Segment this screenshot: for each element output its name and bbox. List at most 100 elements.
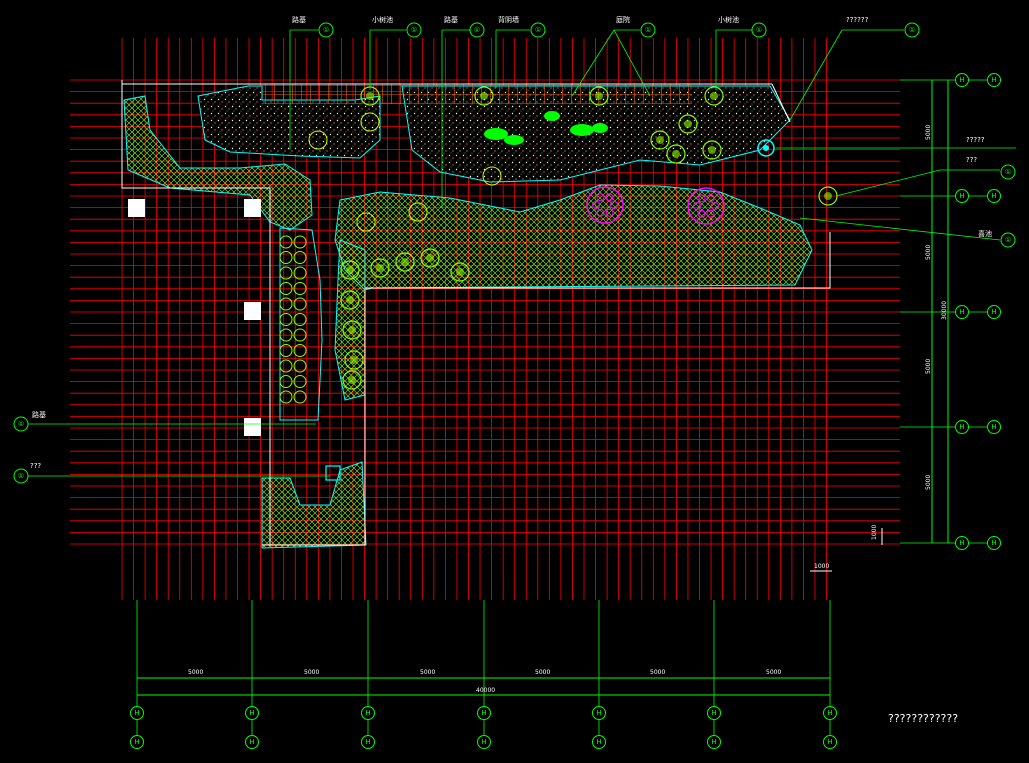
groundcover-circle	[279, 390, 293, 404]
stone-feature	[544, 111, 560, 121]
column-block	[128, 199, 145, 217]
shrub-core	[401, 258, 409, 266]
shrub-core	[684, 120, 692, 128]
groundcover-circle	[279, 251, 293, 264]
axis-bubble: H	[991, 539, 996, 547]
column-block	[244, 418, 261, 436]
column-block	[244, 302, 261, 320]
groundcover-circle	[293, 251, 307, 264]
callout-right-label: ???	[966, 156, 977, 164]
cad-drawing-canvas: 路基 小树池 路基 背阴墙 庭院 小树池 ?????? ① ① ① ① ① ① …	[13, 15, 1016, 749]
shrub-core	[456, 268, 464, 276]
groundcover-circle	[293, 390, 307, 404]
axis-bubble: H	[991, 423, 996, 431]
leader-line	[789, 29, 843, 121]
shrub-core	[708, 146, 716, 154]
shrub-core	[710, 92, 718, 100]
callout-top-tag: ①	[535, 26, 541, 34]
callouts-top: 路基 小树池 路基 背阴墙 庭院 小树池 ?????? ① ① ① ① ① ① …	[292, 15, 915, 34]
axis-bubble: H	[711, 709, 716, 717]
callout-right-tag: ①	[1005, 236, 1011, 244]
dim-right-seg: 5000	[925, 475, 932, 490]
axis-bubble: H	[481, 738, 486, 746]
shrub-core	[348, 376, 356, 384]
shrub-core	[346, 296, 354, 304]
stone-feature	[570, 124, 594, 136]
callout-top-tag: ①	[645, 26, 651, 34]
stone-feature	[504, 135, 524, 145]
axis-bubble: H	[596, 709, 601, 717]
axis-bubbles-bottom: H H H H H H H H H H H H H H	[134, 709, 832, 746]
callout-top-tag: ①	[756, 26, 762, 34]
groundcover-circle	[279, 297, 293, 311]
shrub-core	[824, 192, 832, 200]
axis-bubble: H	[959, 308, 964, 316]
axis-bubble: H	[134, 709, 139, 717]
callout-top-tag: ①	[474, 26, 480, 34]
dim-bottom-seg: 5000	[304, 669, 319, 676]
axis-bubble: H	[711, 738, 716, 746]
groundcover-circle	[279, 344, 293, 357]
callout-top-tag: ①	[909, 26, 915, 34]
dim-bottom-seg: 5000	[188, 669, 203, 676]
shrub-core	[656, 136, 664, 144]
callout-right-tag: ①	[1005, 168, 1011, 176]
axis-bubble: H	[991, 76, 996, 84]
axis-bubble: H	[959, 539, 964, 547]
callout-top-label: 背阴墙	[498, 15, 519, 24]
stone-feature	[592, 123, 608, 133]
axis-bubble: H	[134, 738, 139, 746]
callout-top-tag: ①	[323, 26, 329, 34]
callout-left-label: ???	[30, 462, 41, 470]
shrub-core	[376, 264, 384, 272]
shrub-core	[350, 356, 358, 364]
axis-bubble: H	[249, 738, 254, 746]
callout-left-label: 路基	[32, 410, 46, 419]
axis-bubble: H	[959, 423, 964, 431]
axis-bubble: H	[365, 738, 370, 746]
shrub-core	[595, 92, 603, 100]
callouts-right: ????? ??? 喜池 ① ①	[966, 136, 1011, 244]
dim-right-seg: 5000	[925, 245, 932, 260]
axis-bubble: H	[827, 738, 832, 746]
dim-bottom-seg: 5000	[420, 669, 435, 676]
dim-scale-vertical: 1000	[871, 525, 878, 540]
shrub-core	[346, 266, 354, 274]
callout-top-label: ??????	[846, 16, 869, 24]
callout-left-tag: ①	[18, 472, 24, 480]
callout-top-label: 小树池	[718, 15, 739, 24]
drawing-title: ????????????	[888, 712, 958, 725]
groundcover-circle	[293, 297, 307, 311]
dim-right-seg: 5000	[925, 125, 932, 140]
groundcover-circle	[293, 344, 307, 357]
dim-bottom-seg: 5000	[535, 669, 550, 676]
callout-right-label: 喜池	[978, 229, 992, 238]
callout-top-tag: ①	[411, 26, 417, 34]
bottom-left-planting	[261, 461, 367, 549]
callout-top-label: 小树池	[372, 15, 393, 24]
callout-left-tag: ①	[18, 420, 24, 428]
central-hedge-band	[334, 184, 813, 291]
dim-bottom-seg: 5000	[650, 669, 665, 676]
dim-bottom-total: 40000	[476, 687, 495, 694]
axis-bubble: H	[365, 709, 370, 717]
callout-right-label: ?????	[966, 136, 985, 144]
dim-right-total: 30000	[941, 301, 948, 320]
column-block	[244, 199, 261, 217]
axis-bubble: H	[596, 738, 601, 746]
axis-bubble: H	[827, 709, 832, 717]
stone-feature	[484, 128, 508, 140]
shrub-core	[366, 92, 374, 100]
fountain-center	[763, 145, 769, 151]
callout-top-label: 庭院	[616, 15, 630, 24]
shrub-core	[348, 326, 356, 334]
callout-top-label: 路基	[292, 15, 306, 24]
axis-bubble: H	[249, 709, 254, 717]
shrub-core	[672, 150, 680, 158]
axis-bubble: H	[959, 192, 964, 200]
axis-bubble: H	[991, 192, 996, 200]
axis-bubble: H	[959, 76, 964, 84]
callout-top-label: 路基	[444, 15, 458, 24]
shrub-core	[426, 254, 434, 262]
dim-scale-small: 1000	[814, 563, 829, 570]
